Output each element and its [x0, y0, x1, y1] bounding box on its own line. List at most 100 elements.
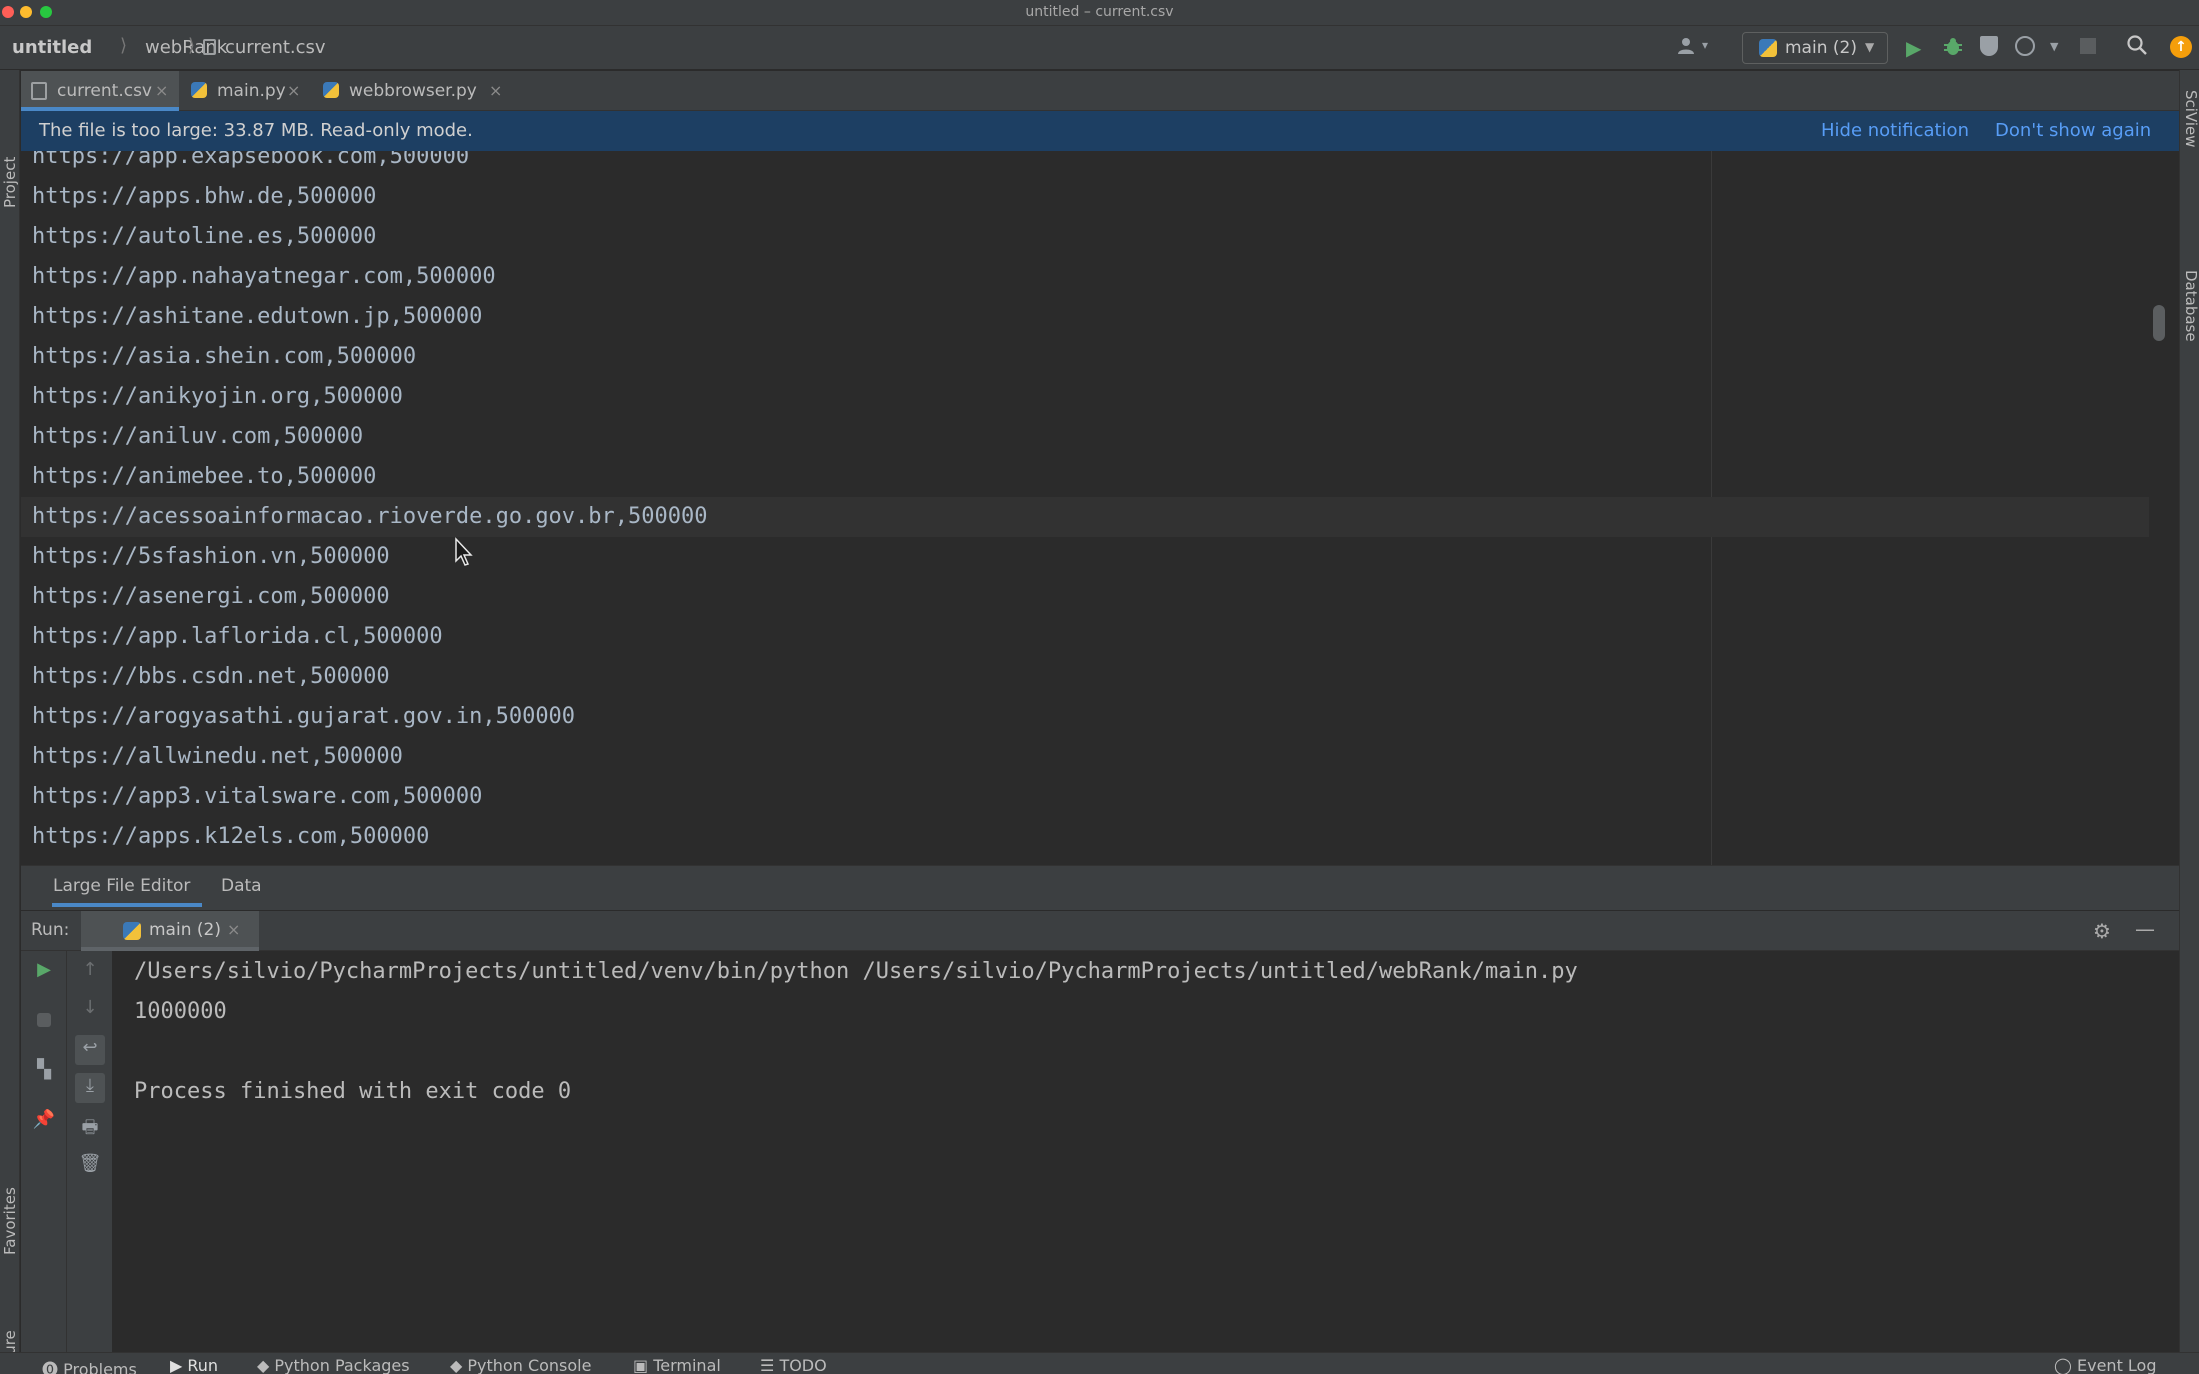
editor-line-current[interactable]: https://acessoainformacao.rioverde.go.go… [21, 497, 2149, 537]
breadcrumb-project[interactable]: untitled [12, 37, 92, 58]
terminal-label: Terminal [653, 1356, 721, 1374]
user-icon[interactable] [1676, 36, 1696, 56]
run-console[interactable]: /Users/silvio/PycharmProjects/untitled/v… [113, 951, 2179, 1352]
title-bar: untitled – current.csv [0, 0, 2199, 26]
run-toolbar-secondary: ↑ ↓ ↩ ⤓ 🖶 🗑 [67, 951, 113, 1352]
chevron-down-icon[interactable]: ▾ [1702, 38, 1708, 52]
run-configuration-label: main (2) [1785, 38, 1857, 58]
tab-large-file-editor[interactable]: Large File Editor [53, 876, 190, 896]
window-title: untitled – current.csv [1025, 4, 1174, 20]
search-icon[interactable] [2126, 34, 2147, 55]
right-tool-stripe: SciView Database [2179, 70, 2199, 1352]
debug-icon[interactable] [1942, 36, 1964, 63]
editor-line[interactable]: https://app.exapsebook.com,500000 [21, 151, 2149, 177]
todo-tool-button[interactable]: ☰ TODO [760, 1356, 827, 1374]
tab-current-csv[interactable]: current.csv × [21, 71, 179, 111]
stop-icon[interactable] [2080, 38, 2096, 54]
notification-text: The file is too large: 33.87 MB. Read-on… [39, 120, 473, 141]
profile-icon[interactable] [2015, 36, 2035, 56]
console-line-command: /Users/silvio/PycharmProjects/untitled/v… [134, 959, 1578, 984]
layout-icon[interactable]: ▚ [29, 1059, 59, 1080]
python-packages-tool-button[interactable]: ◆ Python Packages [257, 1356, 410, 1374]
minimize-icon[interactable]: — [2135, 917, 2155, 941]
python-icon [1759, 39, 1777, 57]
database-tool-button[interactable]: Database [2182, 270, 2199, 342]
notification-banner: The file is too large: 33.87 MB. Read-on… [21, 111, 2179, 151]
trash-icon[interactable]: 🗑 [75, 1153, 105, 1174]
run-label: Run [187, 1356, 219, 1374]
project-tool-button[interactable]: Project [1, 157, 19, 208]
coverage-icon[interactable] [1980, 36, 1998, 56]
problems-label: Problems [63, 1360, 137, 1374]
run-tool-button[interactable]: ▶ Run [170, 1356, 218, 1374]
editor-line[interactable]: https://ashitane.edutown.jp,500000 [21, 297, 2149, 337]
rerun-icon[interactable]: ▶ [29, 959, 59, 980]
editor-line[interactable]: https://arogyasathi.gujarat.gov.in,50000… [21, 697, 2149, 737]
left-tool-stripe: Project Favorites Structure [0, 70, 20, 1374]
editor-line[interactable]: https://allwinedu.net,500000 [21, 737, 2149, 777]
terminal-tool-button[interactable]: ▣ Terminal [633, 1356, 721, 1374]
csv-file-icon [31, 82, 47, 100]
stop-icon[interactable] [37, 1013, 51, 1027]
todo-label: TODO [779, 1356, 827, 1374]
python-packages-label: Python Packages [274, 1356, 410, 1374]
tab-webbrowser-py[interactable]: webbrowser.py × [313, 71, 513, 111]
update-icon[interactable]: ↑ [2170, 36, 2192, 58]
sciview-tool-button[interactable]: SciView [2182, 90, 2199, 148]
console-line-output: 1000000 [134, 999, 227, 1024]
navigation-bar: untitled ⟩ webRank ⟩ current.csv ▾ main … [0, 26, 2199, 70]
editor-bottom-tabs: Large File Editor Data [21, 865, 2179, 911]
editor-line[interactable]: https://asenergi.com,500000 [21, 577, 2149, 617]
editor-line[interactable]: https://autoline.es,500000 [21, 217, 2149, 257]
editor-line[interactable]: https://app3.vitalsware.com,500000 [21, 777, 2149, 817]
editor-line[interactable]: https://app.laflorida.cl,500000 [21, 617, 2149, 657]
dont-show-again-link[interactable]: Don't show again [1995, 120, 2151, 141]
active-tab-indicator [52, 903, 202, 907]
editor-scrollbar[interactable] [2153, 305, 2165, 341]
editor-line[interactable]: https://apps.k12els.com,500000 [21, 817, 2149, 857]
breadcrumb-file[interactable]: current.csv [225, 37, 326, 58]
chevron-down-icon[interactable]: ▼ [2050, 40, 2058, 53]
tab-label: current.csv [57, 81, 152, 101]
run-toolbar-primary: ▶ ▚ 📌 [21, 951, 67, 1352]
editor-line[interactable]: https://app.nahayatnegar.com,500000 [21, 257, 2149, 297]
tab-label: webbrowser.py [349, 81, 477, 101]
close-icon[interactable]: × [155, 81, 168, 100]
python-console-tool-button[interactable]: ◆ Python Console [450, 1356, 591, 1374]
editor-line[interactable]: https://bbs.csdn.net,500000 [21, 657, 2149, 697]
editor-line[interactable]: https://anikyojin.org,500000 [21, 377, 2149, 417]
status-bar: ⓿ Problems ▶ Run ◆ Python Packages ◆ Pyt… [0, 1352, 2199, 1374]
python-console-label: Python Console [467, 1356, 592, 1374]
editor-line[interactable]: https://5sfashion.vn,500000 [21, 537, 2149, 577]
favorites-tool-button[interactable]: Favorites [1, 1187, 19, 1255]
run-configuration-selector[interactable]: main (2) ▼ [1742, 32, 1888, 64]
gear-icon[interactable]: ⚙ [2093, 919, 2111, 943]
event-log-tool-button[interactable]: ◯ Event Log [2054, 1356, 2157, 1374]
editor-line[interactable]: https://aniluv.com,500000 [21, 417, 2149, 457]
arrow-down-icon[interactable]: ↓ [75, 997, 105, 1018]
editor-tab-bar: current.csv × main.py × webbrowser.py × [21, 71, 2179, 111]
close-icon[interactable]: × [287, 81, 300, 100]
arrow-up-icon[interactable]: ↑ [75, 959, 105, 980]
close-icon[interactable]: × [227, 920, 240, 939]
editor-line[interactable]: https://bcbl.ca,500000 [21, 857, 2149, 865]
close-icon[interactable]: × [489, 81, 502, 100]
tab-data[interactable]: Data [221, 876, 262, 896]
run-tab-label: main (2) [149, 920, 221, 940]
tab-main-py[interactable]: main.py × [181, 71, 311, 111]
run-icon[interactable]: ▶ [1906, 36, 1921, 60]
event-log-label: Event Log [2077, 1356, 2157, 1374]
editor[interactable]: https://app.exapsebook.com,500000 https:… [21, 151, 2149, 865]
soft-wrap-glyph-icon: ↩ [82, 1037, 98, 1058]
editor-line[interactable]: https://animebee.to,500000 [21, 457, 2149, 497]
tab-label: main.py [217, 81, 286, 101]
editor-line[interactable]: https://apps.bhw.de,500000 [21, 177, 2149, 217]
print-icon[interactable]: 🖶 [75, 1115, 105, 1145]
run-tab-main[interactable]: main (2) × [81, 911, 259, 951]
breadcrumb-separator: ⟩ [188, 35, 196, 56]
pin-icon[interactable]: 📌 [29, 1109, 59, 1130]
problems-tool-button[interactable]: ⓿ Problems [42, 1356, 137, 1374]
hide-notification-link[interactable]: Hide notification [1821, 120, 1969, 141]
editor-line[interactable]: https://asia.shein.com,500000 [21, 337, 2149, 377]
run-tool-window-header: Run: main (2) × ⚙ — [21, 911, 2179, 951]
